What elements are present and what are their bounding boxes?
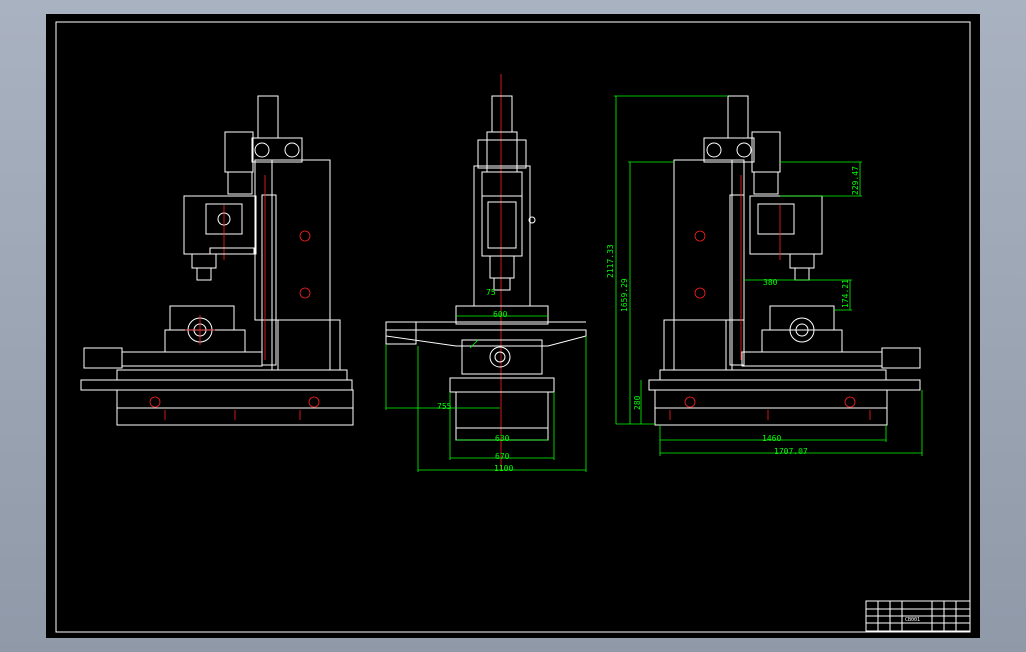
dim-1707: 1707.07 xyxy=(774,447,808,456)
left-side-view xyxy=(80,95,354,426)
dim-630: 630 xyxy=(495,434,510,443)
cad-drawing: 600 75 755 630 670 1100 2117.33 1659.29 … xyxy=(55,21,971,633)
dim-1100: 1100 xyxy=(494,464,513,473)
dim-174: 174.21 xyxy=(841,279,850,308)
dim-75: 75 xyxy=(486,288,496,297)
dim-229: 229.47 xyxy=(851,166,860,195)
dim-600: 600 xyxy=(493,310,508,319)
front-dimensions: 600 75 755 630 670 1100 xyxy=(385,288,587,473)
title-block: CB001 xyxy=(865,600,971,632)
drawing-number: CB001 xyxy=(905,617,920,623)
dim-1460: 1460 xyxy=(762,434,781,443)
dim-2117: 2117.33 xyxy=(606,244,615,278)
front-view xyxy=(385,74,587,470)
dim-755: 755 xyxy=(437,402,452,411)
dim-670: 670 xyxy=(495,452,510,461)
dim-380: 380 xyxy=(763,278,778,287)
drawing-border xyxy=(55,21,971,633)
side-dimensions: 2117.33 1659.29 229.47 380 174.21 280 14… xyxy=(606,95,923,456)
cad-drawing-canvas: 600 75 755 630 670 1100 2117.33 1659.29 … xyxy=(46,14,980,638)
right-side-view xyxy=(648,95,921,426)
dim-280: 280 xyxy=(633,395,642,410)
dim-1659: 1659.29 xyxy=(620,278,629,312)
